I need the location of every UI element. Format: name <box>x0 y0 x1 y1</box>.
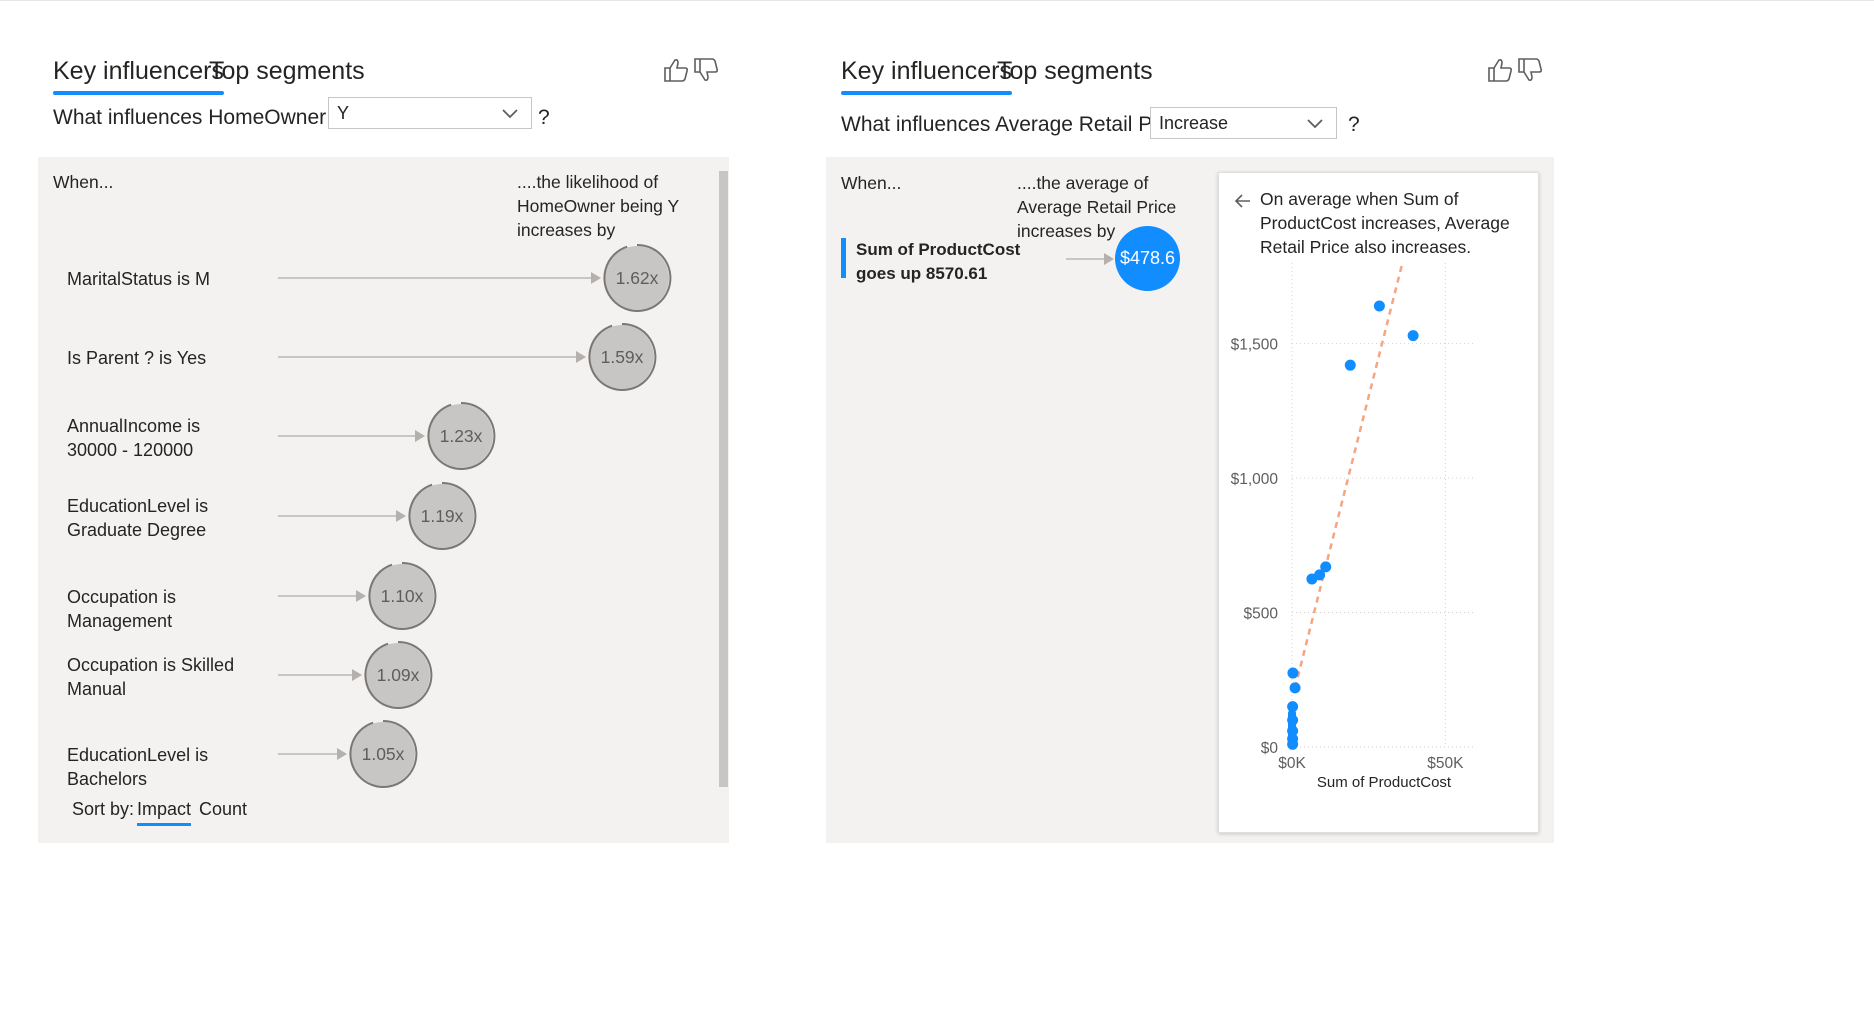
dropdown-selected-value: Y <box>337 102 350 123</box>
chevron-down-icon <box>1307 119 1323 129</box>
influencer-connector <box>278 430 425 442</box>
influencer-connector <box>278 351 586 363</box>
influencer-connector <box>1066 253 1114 265</box>
x-tick-label: $0K <box>1278 755 1306 772</box>
influencer-item-productcost[interactable]: Sum of ProductCost goes up 8570.61 <box>856 238 1046 286</box>
influencer-value-bubble[interactable]: 1.23x <box>427 401 496 470</box>
influencer-value-bubble[interactable]: 1.05x <box>349 719 418 788</box>
sort-impact-option[interactable]: Impact <box>137 799 192 826</box>
influencer-connector <box>278 272 601 284</box>
influencer-item-label[interactable]: MaritalStatus is M <box>67 267 277 291</box>
tab-key-influencers-right[interactable]: Key influencers <box>841 57 1012 95</box>
x-tick-label: $50K <box>1427 755 1464 772</box>
y-tick-label: $0 <box>1261 740 1279 757</box>
influencer-value-text: 1.19x <box>420 505 464 526</box>
sort-by-label: Sort by: <box>72 799 135 819</box>
influencer-value-text: 1.59x <box>600 346 644 367</box>
influencer-value-bubble[interactable]: $478.6 <box>1115 226 1180 291</box>
tab-key-influencers[interactable]: Key influencers <box>53 57 224 95</box>
top-divider <box>0 0 1874 1</box>
selected-indicator <box>841 238 846 278</box>
influencer-connector <box>278 510 406 522</box>
question-mark-right: ? <box>1348 113 1360 136</box>
influencer-item-label[interactable]: AnnualIncome is 30000 - 120000 <box>67 414 247 462</box>
influencer-connector <box>278 748 347 760</box>
scrollbar-thumb[interactable] <box>719 171 728 787</box>
thumbs-up-icon[interactable] <box>1485 55 1515 85</box>
homeowner-value-dropdown[interactable]: Y <box>328 97 532 129</box>
scatter-chart: $0 $500 $1,000 $1,500 $0K $50K Sum of ProductC… <box>1231 262 1476 791</box>
influencer-value-bubble[interactable]: 1.09x <box>364 640 433 709</box>
influencer-value-bubble[interactable]: 1.19x <box>408 481 477 550</box>
scatter-point[interactable] <box>1306 573 1318 585</box>
scatter-point[interactable] <box>1289 682 1301 694</box>
thumbs-down-icon[interactable] <box>691 55 721 85</box>
influencer-connector <box>278 590 366 602</box>
retail-price-direction-dropdown[interactable]: Increase <box>1150 107 1337 139</box>
influencer-value-text: 1.23x <box>439 425 483 446</box>
influencer-item-label[interactable]: Is Parent ? is Yes <box>67 346 277 370</box>
thumbs-down-icon[interactable] <box>1515 55 1545 85</box>
influencer-connector <box>278 669 362 681</box>
influencer-item-label[interactable]: Occupation is Skilled Manual <box>67 653 247 701</box>
tab-top-segments[interactable]: Top segments <box>209 57 365 86</box>
scatter-point[interactable] <box>1373 300 1385 312</box>
influencer-value-bubble[interactable]: 1.10x <box>368 561 437 630</box>
influencer-item-label[interactable]: Occupation is Management <box>67 585 277 633</box>
when-column-header-right: When... <box>841 173 902 193</box>
y-tick-label: $1,000 <box>1231 471 1279 488</box>
scatter-point[interactable] <box>1287 701 1299 713</box>
y-tick-label: $1,500 <box>1231 337 1279 354</box>
influencer-item-label[interactable]: EducationLevel is Graduate Degree <box>67 494 247 542</box>
dropdown-selected-value: Increase <box>1159 112 1229 133</box>
influencer-value-text: 1.62x <box>615 267 659 288</box>
scatter-point[interactable] <box>1344 359 1356 371</box>
influencer-value-bubble[interactable]: 1.62x <box>603 243 672 312</box>
question-mark: ? <box>538 106 550 129</box>
x-axis-label: Sum of ProductCost <box>1317 774 1452 791</box>
scatter-point[interactable] <box>1287 738 1299 750</box>
influencer-value-bubble[interactable]: 1.59x <box>588 322 657 391</box>
when-column-header: When... <box>53 172 114 192</box>
scatter-point[interactable] <box>1287 667 1299 679</box>
likelihood-column-header: ....the likelihood of HomeOwner being Y … <box>517 172 679 240</box>
chevron-down-icon <box>502 109 518 119</box>
average-column-header: ....the average of Average Retail Price … <box>1017 173 1177 241</box>
trend-line <box>1293 262 1404 689</box>
influencer-detail-card: On average when Sum of ProductCost incre… <box>1218 172 1539 833</box>
scatter-point[interactable] <box>1287 714 1299 726</box>
influencer-value-text: 1.05x <box>361 743 405 764</box>
influencer-value-text: 1.09x <box>376 664 420 685</box>
y-tick-label: $500 <box>1244 606 1279 623</box>
sort-count-option[interactable]: Count <box>199 799 247 820</box>
influencer-value-text: 1.10x <box>380 585 424 606</box>
influencer-item-label[interactable]: EducationLevel is Bachelors <box>67 743 277 791</box>
thumbs-up-icon[interactable] <box>661 55 691 85</box>
tab-top-segments-right[interactable]: Top segments <box>997 57 1153 86</box>
scatter-point[interactable] <box>1407 330 1419 342</box>
